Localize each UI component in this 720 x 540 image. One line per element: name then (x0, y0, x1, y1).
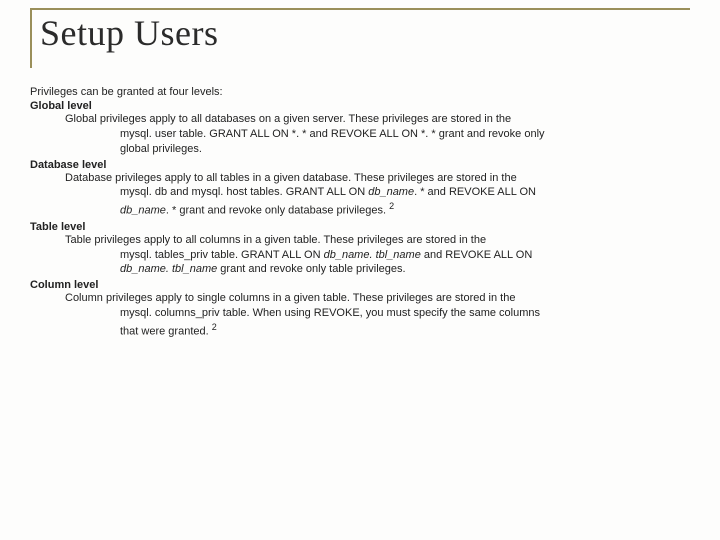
page-title: Setup Users (40, 12, 690, 54)
global-level-line2: mysql. user table. GRANT ALL ON *. * and… (30, 127, 690, 142)
column-level-line1: Column privileges apply to single column… (30, 291, 690, 306)
column-level-line2: mysql. columns_priv table. When using RE… (30, 306, 690, 321)
tbl-name-italic-2: db_name. tbl_name (120, 263, 217, 275)
table-level-line2: mysql. tables_priv table. GRANT ALL ON d… (30, 248, 690, 263)
database-level-title: Database level (30, 159, 690, 171)
intro-text: Privileges can be granted at four levels… (30, 86, 690, 98)
column-level-line3: that were granted. 2 (30, 321, 690, 340)
database-level-line2: mysql. db and mysql. host tables. GRANT … (30, 185, 690, 200)
global-level-line1: Global privileges apply to all databases… (30, 112, 690, 127)
footnote-ref-2: 2 (212, 322, 217, 332)
title-bar: Setup Users (30, 8, 690, 68)
global-level-line3: global privileges. (30, 142, 690, 157)
database-level-line3: db_name. * grant and revoke only databas… (30, 200, 690, 219)
tbl-name-italic: db_name. tbl_name (324, 249, 421, 261)
table-level-title: Table level (30, 221, 690, 233)
database-level-line1: Database privileges apply to all tables … (30, 171, 690, 186)
db-name-italic-2: db_name (120, 205, 166, 217)
db-name-italic: db_name (368, 186, 414, 198)
global-level-title: Global level (30, 100, 690, 112)
column-level-title: Column level (30, 279, 690, 291)
table-level-line3: db_name. tbl_name grant and revoke only … (30, 262, 690, 277)
table-level-line1: Table privileges apply to all columns in… (30, 233, 690, 248)
footnote-ref: 2 (389, 201, 394, 211)
